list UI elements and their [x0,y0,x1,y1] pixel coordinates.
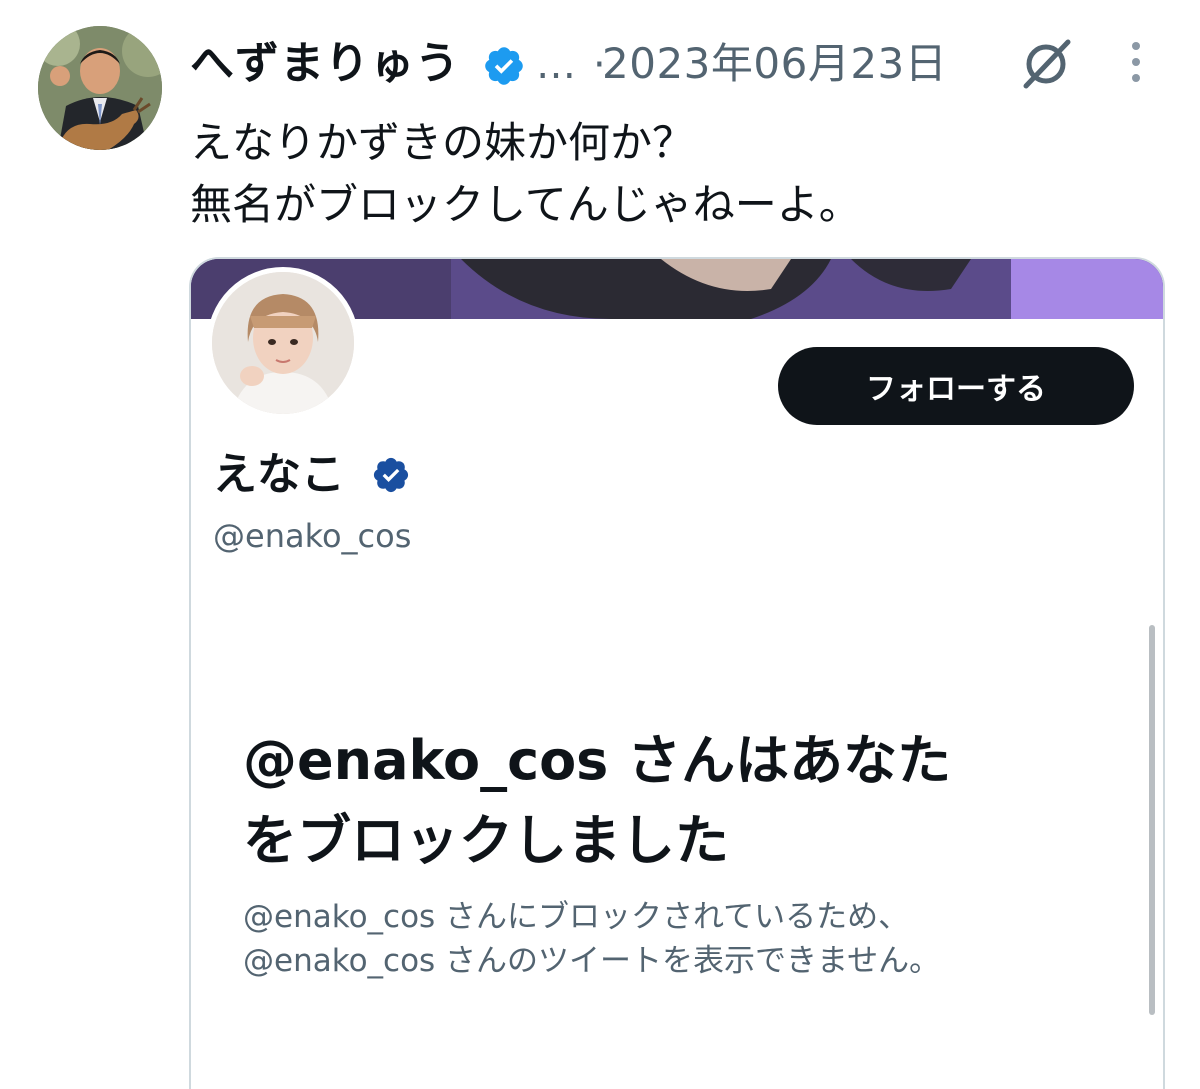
tweet-text-line: えなりかずきの妹か何か？ [190,118,695,167]
verified-badge-icon [373,457,409,493]
tweet-text: えなりかずきの妹か何か？ 無名がブロックしてんじゃねーよ。 [190,112,861,236]
profile-avatar[interactable] [207,267,359,419]
author-handle-truncated[interactable]: … [536,40,576,90]
tweet-text-line: 無名がブロックしてんじゃねーよ。 [190,180,861,229]
tweet-date[interactable]: 2023年06月23日 [602,38,947,90]
profile-handle: @enako_cos [213,517,412,555]
tweet-media-image[interactable]: フォローする えなこ @enako_cos @enako_cos さんはあなた … [189,257,1165,1089]
blocked-title-line: をブロックしました [243,809,729,872]
author-avatar[interactable] [38,26,162,150]
verified-badge-icon [485,47,523,85]
blocked-description: @enako_cos さんにブロックされているため、 @enako_cos さん… [243,895,940,983]
scrollbar[interactable] [1149,625,1155,1015]
blocked-title: @enako_cos さんはあなた をブロックしました [243,721,1123,881]
author-name[interactable]: へずまりゅう [190,36,460,92]
blocked-description-line: @enako_cos さんのツイートを表示できません。 [243,943,941,979]
blocked-title-line: @enako_cos さんはあなた [243,729,952,792]
more-vertical-icon[interactable] [1124,38,1148,86]
blocked-description-line: @enako_cos さんにブロックされているため、 [243,899,910,935]
grok-icon[interactable] [1016,36,1076,92]
follow-button[interactable]: フォローする [778,347,1134,425]
profile-display-name: えなこ [213,449,345,500]
